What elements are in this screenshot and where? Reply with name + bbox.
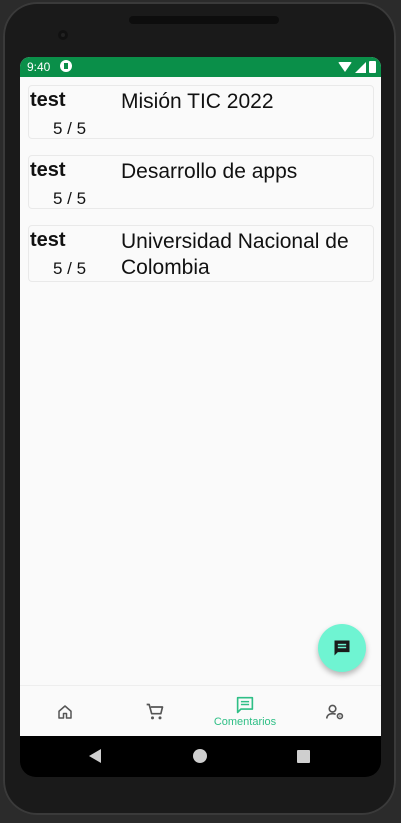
comments-icon bbox=[236, 696, 254, 713]
comment-user: test bbox=[30, 89, 66, 111]
comment-text: Desarrollo de apps bbox=[121, 160, 298, 183]
comment-text: Misión TIC 2022 bbox=[121, 90, 274, 113]
home-button-icon[interactable] bbox=[193, 749, 207, 763]
wifi-icon bbox=[338, 62, 352, 72]
comment-text: Universidad Nacional de Colombia bbox=[121, 230, 349, 279]
nav-comments-label: Comentarios bbox=[213, 715, 277, 728]
notification-app-icon bbox=[60, 60, 72, 72]
user-settings-icon bbox=[326, 704, 344, 719]
recents-icon[interactable] bbox=[297, 750, 310, 763]
comment-user: test bbox=[30, 159, 66, 181]
back-icon[interactable] bbox=[89, 749, 101, 763]
status-bar: 9:40 bbox=[20, 57, 381, 77]
comment-score: 5 / 5 bbox=[53, 189, 87, 208]
comment-card[interactable]: test 5 / 5 Desarrollo de apps bbox=[28, 155, 374, 209]
comment-card[interactable]: test 5 / 5 Misión TIC 2022 bbox=[28, 85, 374, 139]
front-camera bbox=[58, 30, 68, 40]
comment-score: 5 / 5 bbox=[53, 119, 87, 138]
comment-icon bbox=[334, 640, 350, 656]
nav-home[interactable] bbox=[20, 686, 110, 736]
battery-icon bbox=[369, 61, 376, 73]
earpiece-speaker bbox=[129, 16, 279, 24]
nav-comments[interactable]: Comentarios bbox=[200, 686, 290, 736]
status-icons bbox=[338, 59, 376, 75]
nav-user-settings[interactable] bbox=[290, 686, 380, 736]
nav-cart[interactable] bbox=[110, 686, 200, 736]
home-icon bbox=[58, 704, 72, 719]
status-time: 9:40 bbox=[27, 60, 51, 74]
cart-icon bbox=[146, 703, 164, 719]
bottom-navigation: Comentarios bbox=[20, 685, 381, 736]
app-screen: 9:40 test 5 / 5 Misión TIC 2022 test 5 /… bbox=[20, 57, 381, 736]
comment-user: test bbox=[30, 229, 66, 251]
signal-icon bbox=[355, 61, 366, 73]
system-navigation-bar bbox=[20, 736, 381, 777]
add-comment-fab[interactable] bbox=[318, 624, 366, 672]
comment-card[interactable]: test 5 / 5 Universidad Nacional de Colom… bbox=[28, 225, 374, 282]
comment-score: 5 / 5 bbox=[53, 259, 87, 278]
